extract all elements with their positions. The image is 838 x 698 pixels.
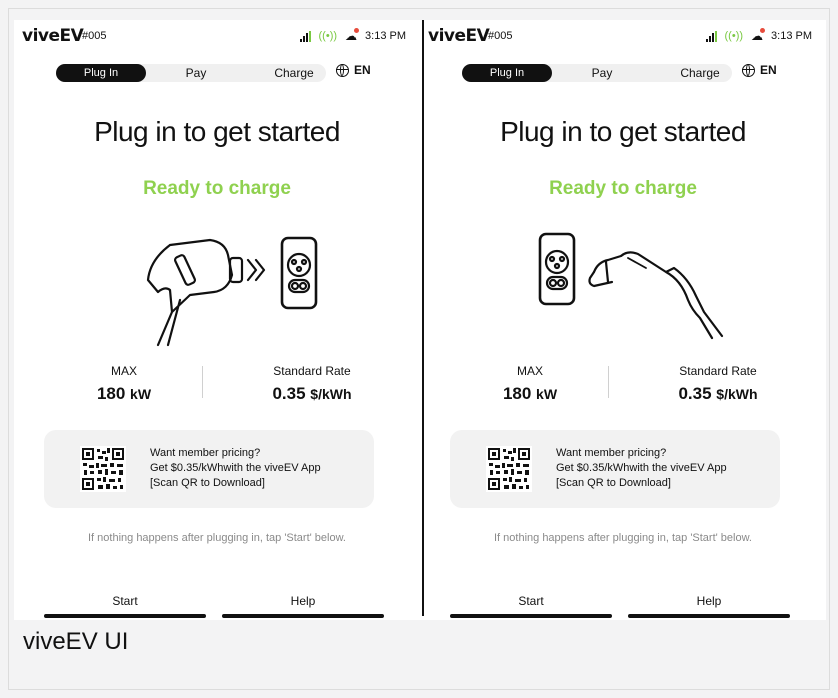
stats-divider [608,366,609,398]
system-tray: ((•)) ☁ 3:13 PM [299,28,406,43]
start-button-bar [44,614,206,618]
rate-stat: Standard Rate 0.35 $/kWh [222,364,402,404]
plug-in-illustration [146,236,318,347]
start-button-label: Start [518,594,544,608]
plug-in-illustration [538,232,724,340]
charge-status: Ready to charge [549,178,697,199]
stats-divider [202,366,203,398]
help-button-label: Help [696,594,722,608]
max-label: MAX [516,364,543,378]
promo-line-1: Want member pricing? [556,447,667,459]
language-label: EN [760,63,777,77]
help-button[interactable]: Help [628,594,790,618]
language-selector[interactable]: EN [336,63,371,77]
tab-plug-in[interactable]: Plug In [462,64,552,82]
brand-logo: viveEV [428,26,490,46]
promo-line-1: Want member pricing? [150,447,261,459]
max-unit: kW [536,386,558,402]
kiosk-panel-right: viveEV #005 ((•)) ☁ 3:13 PM Plug In Pay … [420,20,826,620]
member-pricing-card[interactable]: Want member pricing? Get $0.35/kWhwith t… [44,430,374,508]
member-pricing-card[interactable]: Want member pricing? Get $0.35/kWhwith t… [450,430,780,508]
promo-line-3: [Scan QR to Download] [150,477,265,489]
page-title: Plug in to get started [94,116,340,147]
globe-icon [742,63,755,77]
rate-unit: $/kWh [716,386,758,402]
charger-stats: MAX 180 kW Standard Rate 0.35 $/kWh [420,364,826,414]
rate-label: Standard Rate [679,364,757,378]
connector-cable-icon [592,251,724,340]
start-button[interactable]: Start [450,594,612,618]
max-value: 180 [502,384,532,403]
help-hint: If nothing happens after plugging in, ta… [88,532,346,544]
clock: 3:13 PM [771,30,812,42]
start-button-bar [450,614,612,618]
status-bar: viveEV #005 ((•)) ☁ 3:13 PM [14,26,420,48]
promo-line-3: [Scan QR to Download] [556,477,671,489]
max-unit: kW [130,386,152,402]
help-button-label: Help [290,594,316,608]
kiosk-panel-left: viveEV #005 ((•)) ☁ 3:13 PM Plug In Pay … [14,20,420,620]
step-tabs: Plug In Pay Charge [56,64,326,82]
promo-text: Want member pricing? Get $0.35/kWhwith t… [556,446,727,491]
tab-charge[interactable]: Charge [670,64,730,82]
connector-handle-icon [146,238,234,347]
tab-plug-in[interactable]: Plug In [56,64,146,82]
status-bar: viveEV #005 ((•)) ☁ 3:13 PM [420,26,826,48]
station-id: #005 [82,30,107,42]
max-value: 180 [96,384,126,403]
language-label: EN [354,63,371,77]
figure-caption: viveEV UI [23,628,129,655]
charge-status: Ready to charge [143,178,291,199]
promo-text: Want member pricing? Get $0.35/kWhwith t… [150,446,321,491]
tab-pay[interactable]: Pay [176,64,216,82]
cloud-status-icon: ☁ [345,28,360,43]
help-hint: If nothing happens after plugging in, ta… [494,532,752,544]
help-button[interactable]: Help [222,594,384,618]
max-power-stat: MAX 180 kW [74,364,174,404]
max-power-stat: MAX 180 kW [480,364,580,404]
help-button-bar [628,614,790,618]
signal-icon [299,30,311,42]
charging-port-icon [280,236,318,310]
station-id: #005 [488,30,513,42]
rate-value: 0.35 [678,384,712,403]
start-button-label: Start [112,594,138,608]
system-tray: ((•)) ☁ 3:13 PM [705,28,812,43]
clock: 3:13 PM [365,30,406,42]
charger-stats: MAX 180 kW Standard Rate 0.35 $/kWh [14,364,420,414]
max-label: MAX [110,364,137,378]
page-title: Plug in to get started [500,116,746,147]
start-button[interactable]: Start [44,594,206,618]
rate-stat: Standard Rate 0.35 $/kWh [628,364,808,404]
help-button-bar [222,614,384,618]
signal-icon [705,30,717,42]
brand-logo: viveEV [22,26,84,46]
cloud-status-icon: ☁ [751,28,766,43]
language-selector[interactable]: EN [742,63,777,77]
rate-value: 0.35 [272,384,306,403]
screens-container: viveEV #005 ((•)) ☁ 3:13 PM Plug In Pay … [14,20,826,620]
promo-line-2: Get $0.35/kWhwith the viveEV App [556,462,727,474]
tab-pay[interactable]: Pay [582,64,622,82]
wireless-icon: ((•)) [724,30,744,42]
wireless-icon: ((•)) [318,30,338,42]
qr-code-icon [486,446,532,492]
step-tabs: Plug In Pay Charge [462,64,732,82]
rate-label: Standard Rate [273,364,351,378]
tab-charge[interactable]: Charge [264,64,324,82]
qr-code-icon [80,446,126,492]
rate-unit: $/kWh [310,386,352,402]
promo-line-2: Get $0.35/kWhwith the viveEV App [150,462,321,474]
globe-icon [336,63,349,77]
